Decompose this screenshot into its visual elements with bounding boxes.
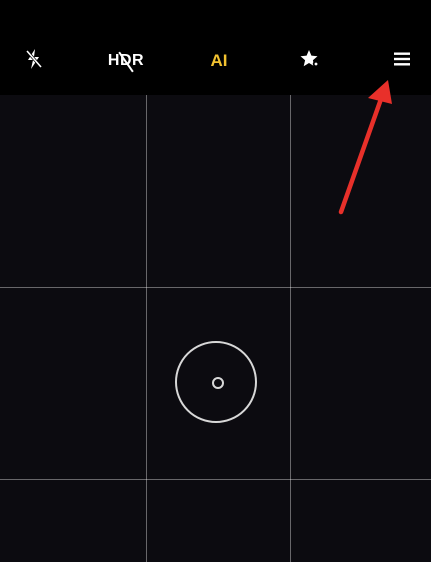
hamburger-menu-icon [393, 51, 411, 72]
flash-off-icon [23, 47, 45, 76]
camera-viewfinder[interactable] [0, 95, 431, 562]
grid-line-horizontal [0, 479, 431, 480]
menu-button[interactable] [388, 46, 416, 76]
ai-toggle-button[interactable]: AI [198, 46, 240, 76]
grid-line-vertical [290, 95, 291, 562]
hdr-label: HDR [108, 51, 144, 73]
grid-line-horizontal [0, 287, 431, 288]
ai-label: AI [210, 51, 228, 70]
hdr-toggle-button[interactable]: HDR [100, 46, 152, 76]
grid-line-vertical [146, 95, 147, 562]
beauty-mode-icon [299, 48, 321, 75]
flash-toggle-button[interactable] [20, 46, 48, 76]
camera-toolbar: HDR AI [0, 0, 431, 95]
focus-center-dot [212, 377, 224, 389]
beauty-mode-button[interactable] [296, 46, 324, 76]
